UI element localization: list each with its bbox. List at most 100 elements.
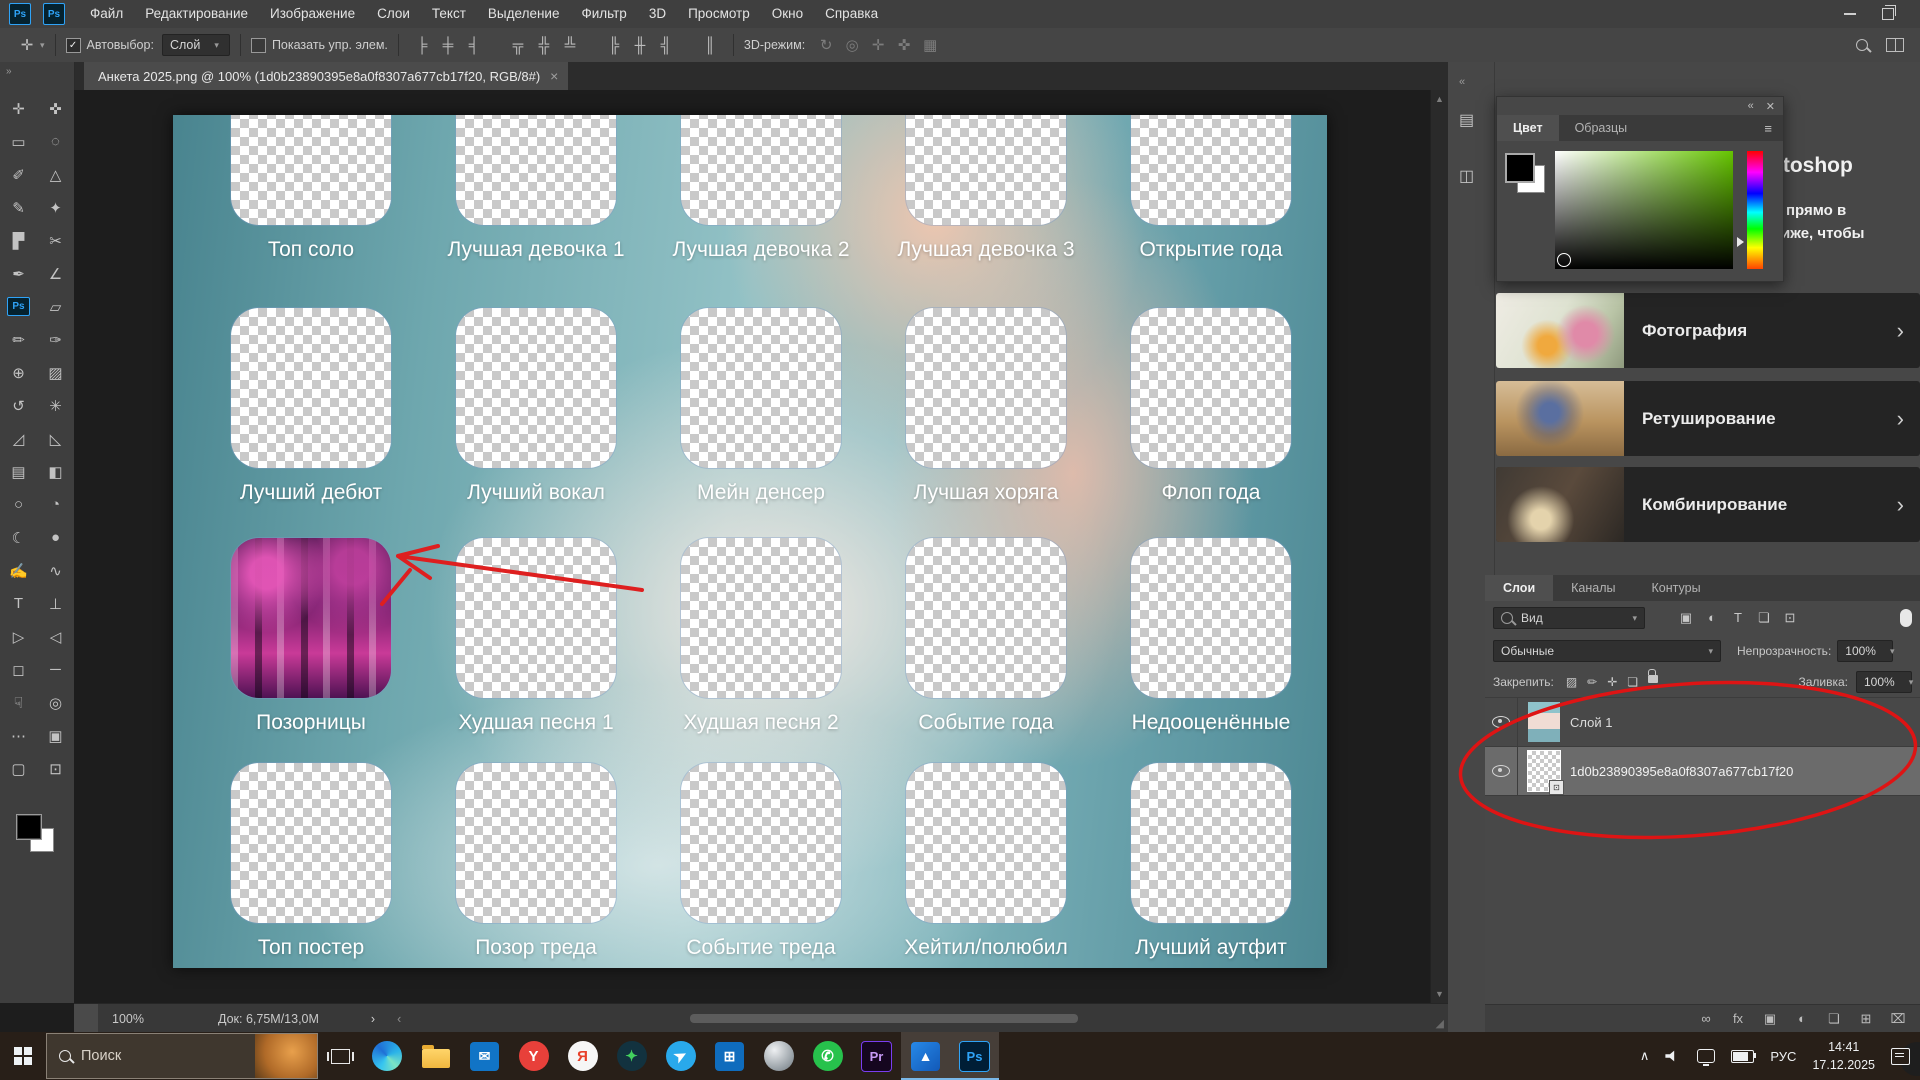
photoshop-doc-icon[interactable]: Ps (43, 3, 65, 25)
start-button[interactable] (0, 1032, 46, 1080)
filter-pixel-layers-icon[interactable]: ▣ (1673, 610, 1699, 626)
background-eraser-tool-icon[interactable]: ◺ (37, 422, 74, 455)
tab-close-icon[interactable]: × (550, 68, 558, 84)
rectangle-shape-tool-icon[interactable]: ◻ (0, 653, 37, 686)
align-bottom-icon[interactable]: ╩ (557, 37, 583, 54)
filter-adjustment-layers-icon[interactable]: ◐ (1699, 610, 1725, 626)
taskbar-app-settings-sphere[interactable] (754, 1032, 803, 1080)
align-middle-icon[interactable]: ╬ (531, 37, 557, 54)
fill-field[interactable]: 100% ▾ (1856, 671, 1912, 693)
learn-card-2[interactable]: Ретуширование› (1496, 381, 1920, 456)
new-layer-icon[interactable]: ⊞ (1852, 1011, 1880, 1027)
lock-position-icon[interactable]: ✛ (1607, 675, 1617, 689)
lock-artboard-icon[interactable]: ❏ (1627, 675, 1638, 689)
history-brush-tool-icon[interactable]: ↺ (0, 389, 37, 422)
hue-slider[interactable] (1747, 151, 1763, 269)
layer-thumbnail[interactable] (1528, 702, 1560, 742)
filter-toggle[interactable] (1900, 609, 1912, 627)
sharpen-tool-icon[interactable]: ◔ (37, 488, 74, 521)
taskbar-app-mail[interactable]: ✉ (460, 1032, 509, 1080)
add-layer-mask-icon[interactable]: ▣ (1756, 1011, 1784, 1027)
tray-device-icon[interactable] (1697, 1049, 1715, 1063)
scroll-up-icon[interactable]: ▲ (1435, 94, 1444, 104)
art-history-brush-tool-icon[interactable]: ✳ (37, 389, 74, 422)
tab-color[interactable]: Цвет (1497, 115, 1559, 141)
gradient-tool-icon[interactable]: ▤ (0, 455, 37, 488)
menu-Файл[interactable]: Файл (79, 0, 134, 28)
layer-row[interactable]: Слой 1 (1485, 698, 1920, 747)
blend-mode-select[interactable]: Обычные ▾ (1493, 640, 1721, 662)
status-expand-icon[interactable]: › (371, 1012, 375, 1026)
ellipse-marquee-tool-icon[interactable]: ◌ (37, 125, 74, 158)
chevron-right-icon[interactable]: › (1897, 318, 1904, 344)
line-tool-icon[interactable]: ─ (37, 653, 74, 686)
3d-slide-icon[interactable]: ✜ (891, 36, 917, 54)
magic-wand-tool-icon[interactable]: ✦ (37, 191, 74, 224)
taskbar-app-photos-app[interactable]: ▲ (901, 1032, 950, 1080)
autoselect-target-select[interactable]: Слой ▾ (162, 34, 230, 56)
zoom-level-field[interactable]: 100% (112, 1012, 144, 1026)
ruler-tool-icon[interactable]: ∠ (37, 257, 74, 290)
canvas-vertical-scrollbar[interactable]: ▲ ▼ (1430, 90, 1449, 1003)
layer-visibility-cell[interactable] (1485, 747, 1518, 795)
extra-tool-icon[interactable]: ⊡ (37, 752, 74, 785)
zoom-tool-icon[interactable]: ◎ (37, 686, 74, 719)
taskbar-app-file-explorer[interactable] (411, 1032, 460, 1080)
patch-tool-icon[interactable]: ▱ (37, 290, 74, 323)
menu-Выделение[interactable]: Выделение (477, 0, 571, 28)
opacity-field[interactable]: 100% ▾ (1837, 640, 1893, 662)
move-tool-icon[interactable]: ✛ (0, 92, 37, 125)
eye-icon[interactable] (1492, 716, 1510, 728)
3d-roll-icon[interactable]: ◎ (839, 36, 865, 54)
lock-all-icon[interactable] (1648, 675, 1658, 683)
collapsed-panel-properties-icon[interactable]: ▤ (1459, 110, 1474, 130)
minimize-button[interactable] (1844, 13, 1856, 15)
vertical-type-tool-icon[interactable]: ⊥ (37, 587, 74, 620)
tab-Контуры[interactable]: Контуры (1634, 575, 1719, 601)
foreground-color-well[interactable] (1505, 153, 1535, 183)
layer-thumbnail[interactable]: ⊡ (1528, 751, 1560, 791)
3d-drag-icon[interactable]: ✛ (865, 36, 891, 54)
dock-collapse-icon[interactable]: « (1459, 76, 1465, 88)
menu-Окно[interactable]: Окно (761, 0, 814, 28)
menu-Фильтр[interactable]: Фильтр (570, 0, 637, 28)
edit-toolbar-button-icon[interactable]: ⋯ (0, 719, 37, 752)
menu-3D[interactable]: 3D (638, 0, 677, 28)
new-adjustment-layer-icon[interactable]: ◐ (1788, 1011, 1816, 1026)
menu-Справка[interactable]: Справка (814, 0, 889, 28)
learn-card-3[interactable]: Комбинирование› (1496, 467, 1920, 542)
align-center-h-icon[interactable]: ╪ (435, 37, 461, 54)
tray-chevron-icon[interactable]: ∧ (1640, 1048, 1650, 1064)
polygonal-lasso-tool-icon[interactable]: △ (37, 158, 74, 191)
layer-row[interactable]: ⊡1d0b23890395e8a0f8307a677cb17f20 (1485, 747, 1920, 796)
pen-tool-icon[interactable]: ✍ (0, 554, 37, 587)
show-controls-checkbox[interactable] (251, 38, 266, 53)
notification-center-icon[interactable] (1891, 1048, 1910, 1065)
chevron-right-icon[interactable]: › (1897, 492, 1904, 518)
hue-slider-marker[interactable] (1737, 237, 1744, 247)
slice-tool-icon[interactable]: ✂ (37, 224, 74, 257)
3d-rotate-icon[interactable]: ↻ (813, 36, 839, 54)
align-left-icon[interactable]: ╞ (409, 37, 435, 54)
autoselect-checkbox[interactable]: ✓ (66, 38, 81, 53)
lock-transparency-icon[interactable]: ▨ (1566, 675, 1577, 689)
brush-tool-icon[interactable]: ✏ (0, 323, 37, 356)
foreground-color-swatch[interactable] (16, 814, 42, 840)
path-selection-tool-icon[interactable]: ▷ (0, 620, 37, 653)
taskbar-app-microsoft-edge[interactable] (362, 1032, 411, 1080)
color-field-cursor[interactable] (1557, 253, 1571, 267)
eraser-tool-icon[interactable]: ◿ (0, 422, 37, 455)
menu-Изображение[interactable]: Изображение (259, 0, 366, 28)
taskbar-app-telegram[interactable]: ➤ (656, 1032, 705, 1080)
search-highlight-image[interactable] (255, 1034, 317, 1078)
crop-tool-icon[interactable]: ▛ (0, 224, 37, 257)
language-indicator[interactable]: РУС (1770, 1049, 1796, 1064)
document-tab[interactable]: Анкета 2025.png @ 100% (1d0b23890395e8a0… (84, 62, 568, 90)
canvas-area[interactable]: Топ солоЛучшая девочка 1Лучшая девочка 2… (74, 90, 1430, 1003)
3d-scale-icon[interactable]: ▦ (917, 36, 943, 54)
pencil-tool-icon[interactable]: ✑ (37, 323, 74, 356)
lock-pixels-icon[interactable]: ✏ (1587, 675, 1597, 689)
taskbar-app-adobe-photoshop[interactable]: Ps (950, 1032, 999, 1080)
move-tool-preset-icon[interactable]: ✛ (14, 36, 40, 54)
menu-Просмотр[interactable]: Просмотр (677, 0, 761, 28)
